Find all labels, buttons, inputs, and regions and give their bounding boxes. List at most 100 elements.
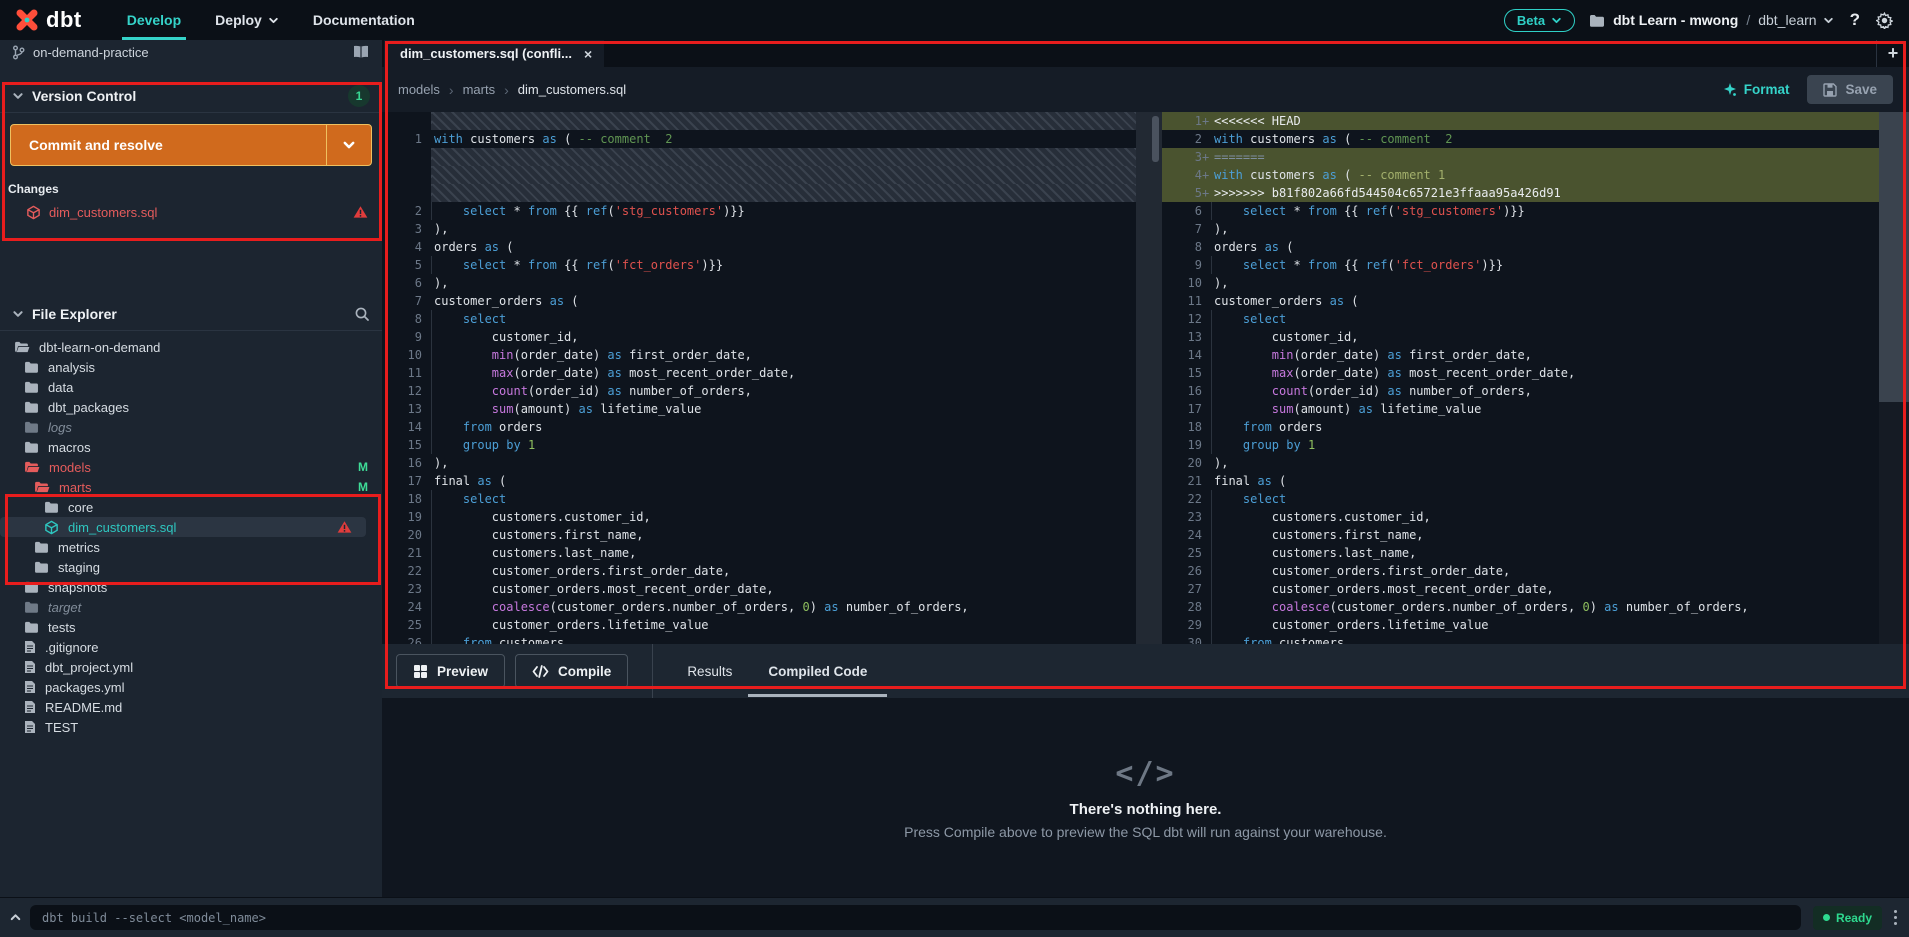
folder-icon [24, 361, 39, 373]
tree-item-packages-yml[interactable]: packages.yml [0, 677, 382, 697]
search-icon[interactable] [354, 306, 370, 322]
diff-spacer-row [382, 148, 1136, 166]
tree-item--gitignore[interactable]: .gitignore [0, 637, 382, 657]
modified-badge: M [358, 460, 368, 474]
tree-item-dbt-learn-on-demand[interactable]: dbt-learn-on-demand [0, 337, 382, 357]
code-line: 26 from customers [382, 634, 1136, 644]
new-tab-button[interactable]: + [1876, 40, 1909, 67]
tab-title: dim_customers.sql (confli... [400, 46, 572, 61]
empty-state-title: There's nothing here. [1069, 801, 1222, 818]
dbt-logo-icon [14, 7, 40, 33]
code-line: 16), [407, 456, 449, 470]
file-explorer-section: File Explorer dbt-learn-on-demand analysi… [0, 298, 382, 737]
command-input[interactable] [30, 905, 1801, 930]
tab-dim-customers[interactable]: dim_customers.sql (confli... × [382, 40, 605, 67]
changed-file-row[interactable]: dim_customers.sql [0, 200, 382, 224]
tree-item-logs[interactable]: logs [0, 417, 382, 437]
code-line: 6), [414, 276, 449, 290]
code-slash-icon: </> [1115, 756, 1176, 791]
tree-item-staging[interactable]: staging [0, 557, 382, 577]
folder-icon [24, 581, 39, 593]
changes-list: dim_customers.sql [0, 200, 382, 224]
tree-item-tests[interactable]: tests [0, 617, 382, 637]
beta-dropdown[interactable]: Beta [1503, 8, 1576, 32]
scrollbar-thumb[interactable] [1879, 112, 1909, 402]
tree-item-macros[interactable]: macros [0, 437, 382, 457]
code-line: 5 select * from {{ ref('fct_orders')}} [382, 256, 1136, 274]
status-badge: Ready [1812, 905, 1882, 930]
breadcrumb: models › marts › dim_customers.sql [398, 82, 626, 98]
environment-selector[interactable]: dbt_learn [1758, 12, 1833, 28]
code-pane-incoming[interactable]: 1 + <<<<<<< HEAD 2 with customers as ( -- co… [1162, 112, 1909, 644]
diff-spacer-row [382, 166, 1136, 184]
version-control-header[interactable]: Version Control 1 [0, 80, 382, 112]
commit-and-resolve-button[interactable]: Commit and resolve [10, 124, 372, 166]
chevron-down-icon [12, 308, 24, 320]
save-button[interactable]: Save [1807, 75, 1893, 104]
tree-item-dim-customers-sql[interactable]: dim_customers.sql [0, 517, 366, 537]
code-line: 21 final as ( [1187, 474, 1287, 488]
scrollbar-track[interactable] [1879, 112, 1909, 644]
tree-item-core[interactable]: core [0, 497, 382, 517]
code-line: 4 orders as ( [414, 240, 514, 254]
preview-button[interactable]: Preview [396, 654, 506, 688]
chevron-up-icon[interactable] [0, 911, 30, 924]
tree-item-metrics[interactable]: metrics [0, 537, 382, 557]
dbt-logo[interactable]: dbt [0, 7, 92, 33]
code-line: 26 customer_orders.first_order_date, [1162, 562, 1909, 580]
code-pane-current[interactable]: 1 with customers as ( -- comment 2 2 selec… [382, 112, 1136, 644]
diff-spacer-row [382, 184, 1136, 202]
path-separator: / [1746, 12, 1751, 28]
nav-documentation[interactable]: Documentation [296, 0, 432, 40]
project-name[interactable]: dbt Learn - mwong [1613, 12, 1738, 28]
file-explorer-header[interactable]: File Explorer [0, 298, 382, 330]
tab-compiled-code[interactable]: Compiled Code [748, 644, 888, 698]
folder-icon [24, 381, 39, 393]
code-line: 7), [1194, 222, 1229, 236]
divider [0, 112, 382, 113]
code-line: 25 customer_orders.lifetime_value [382, 616, 1136, 634]
commit-options-dropdown[interactable] [326, 125, 371, 165]
nav-deploy[interactable]: Deploy [198, 0, 296, 40]
tree-item-models[interactable]: models M [0, 457, 382, 477]
breadcrumb-models[interactable]: models [398, 82, 440, 97]
tree-item-analysis[interactable]: analysis [0, 357, 382, 377]
nav-develop[interactable]: Develop [110, 0, 198, 40]
breadcrumb-marts[interactable]: marts [463, 82, 496, 97]
file-icon [24, 660, 36, 674]
pane-divider[interactable] [1136, 112, 1162, 644]
help-icon[interactable]: ? [1848, 10, 1862, 30]
tree-item-data[interactable]: data [0, 377, 382, 397]
code-line: 23 customer_orders.most_recent_order_dat… [382, 580, 1136, 598]
gear-icon[interactable] [1876, 11, 1893, 29]
file-icon [24, 640, 36, 654]
diff-editor: 1 with customers as ( -- comment 2 2 selec… [382, 112, 1909, 644]
code-line: 15 max(order_date) as most_recent_order_… [1162, 364, 1909, 382]
tree-item-target[interactable]: target [0, 597, 382, 617]
tree-item-marts[interactable]: marts M [0, 477, 382, 497]
tree-item-dbt-packages[interactable]: dbt_packages [0, 397, 382, 417]
format-button[interactable]: Format [1723, 82, 1789, 97]
compile-button[interactable]: Compile [515, 654, 629, 688]
scrollbar-thumb[interactable] [1152, 116, 1159, 162]
code-line: 30 from customers [1162, 634, 1909, 644]
breadcrumb-separator: › [504, 81, 509, 98]
tree-item-readme-md[interactable]: README.md [0, 697, 382, 717]
chevron-down-icon [1551, 15, 1562, 26]
code-line: 3 + ======= [1162, 148, 1909, 166]
code-line: 18 from orders [1162, 418, 1909, 436]
git-branch-row[interactable]: on-demand-practice [0, 40, 382, 64]
close-icon[interactable]: × [584, 46, 592, 62]
tree-item-snapshots[interactable]: snapshots [0, 577, 382, 597]
status-dot [1822, 914, 1830, 921]
tree-item-dbt-project-yml[interactable]: dbt_project.yml [0, 657, 382, 677]
floppy-icon [1823, 82, 1838, 97]
tree-item-test[interactable]: TEST [0, 717, 382, 737]
docs-book-icon[interactable] [352, 45, 370, 59]
divider [0, 330, 382, 331]
code-line: 17 sum(amount) as lifetime_value [1162, 400, 1909, 418]
code-line: 22 select [1162, 490, 1909, 508]
kebab-menu-icon[interactable] [1892, 910, 1909, 925]
code-line: 19 group by 1 [1162, 436, 1909, 454]
tab-results[interactable]: Results [675, 644, 744, 698]
